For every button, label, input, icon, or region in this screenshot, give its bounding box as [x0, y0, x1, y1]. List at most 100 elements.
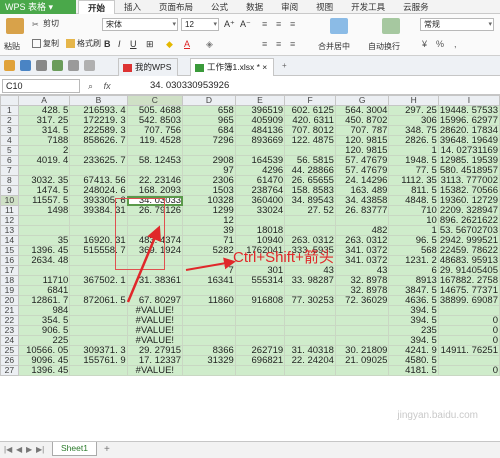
- cell-d6[interactable]: 2908: [182, 155, 236, 166]
- cell-i3[interactable]: 28620. 17834: [437, 125, 500, 136]
- cut-button[interactable]: ✂ 剪切: [32, 18, 59, 29]
- tab-insert[interactable]: 插入: [115, 0, 150, 14]
- cell-a8[interactable]: 3032. 35: [17, 175, 71, 186]
- cell-a6[interactable]: 4019. 4: [17, 155, 71, 166]
- cell-c25[interactable]: 29. 27915: [126, 345, 184, 356]
- cell-c4[interactable]: 119. 4528: [126, 135, 184, 146]
- cell-i21[interactable]: [437, 305, 500, 316]
- cell-g22[interactable]: [334, 315, 390, 326]
- cell-b23[interactable]: [69, 325, 128, 336]
- cell-d23[interactable]: [182, 325, 236, 336]
- cell-f8[interactable]: 26. 65655: [284, 175, 336, 186]
- close-icon[interactable]: ×: [262, 62, 267, 72]
- cell-a11[interactable]: 1498: [17, 205, 71, 216]
- cell-d25[interactable]: 8366: [182, 345, 236, 356]
- cell-h5[interactable]: 1: [388, 145, 439, 156]
- fill-color-icon[interactable]: ◆: [166, 38, 173, 50]
- cell-c5[interactable]: [126, 145, 184, 156]
- format-painter-button[interactable]: 格式刷: [66, 38, 101, 49]
- row-header[interactable]: 26: [0, 355, 19, 366]
- cell-c2[interactable]: 542. 8503: [126, 115, 184, 126]
- cell-e17[interactable]: 301: [234, 265, 286, 276]
- cell-h11[interactable]: 710: [388, 205, 439, 216]
- cell-g25[interactable]: 30. 21809: [334, 345, 390, 356]
- cell-c22[interactable]: #VALUE!: [126, 315, 184, 326]
- cell-c20[interactable]: 67. 80297: [126, 295, 184, 306]
- merge-center-button[interactable]: 合并居中: [318, 41, 350, 52]
- spreadsheet-grid[interactable]: ABCDEFGHI 1 428. 5 216593. 4 505. 4688 658 39…: [0, 95, 500, 441]
- cell-c7[interactable]: [126, 165, 184, 176]
- cell-f2[interactable]: 420. 6311: [284, 115, 336, 126]
- border-icon[interactable]: ⊞: [146, 38, 154, 50]
- cell-c1[interactable]: 505. 4688: [126, 105, 184, 116]
- column-header-c[interactable]: C: [126, 95, 184, 106]
- cell-c9[interactable]: 168. 2093: [126, 185, 184, 196]
- cell-a7[interactable]: [17, 165, 71, 176]
- row-header[interactable]: 14: [0, 235, 19, 246]
- cell-i22[interactable]: 0: [437, 315, 500, 326]
- cell-i2[interactable]: 15996. 62977: [437, 115, 500, 126]
- cell-f12[interactable]: [284, 215, 336, 226]
- cell-e23[interactable]: [234, 325, 286, 336]
- cell-b3[interactable]: 222589. 3: [69, 125, 128, 136]
- cell-b5[interactable]: [69, 145, 128, 156]
- row-header[interactable]: 25: [0, 345, 19, 356]
- cell-h24[interactable]: 394. 5: [388, 335, 439, 346]
- cell-e11[interactable]: 33024: [234, 205, 286, 216]
- tab-formulas[interactable]: 公式: [202, 0, 237, 14]
- cell-h6[interactable]: 1948. 5: [388, 155, 439, 166]
- row-header[interactable]: 1: [0, 105, 19, 116]
- cell-d24[interactable]: [182, 335, 236, 346]
- cell-i11[interactable]: 2209. 328947: [437, 205, 500, 216]
- print-icon[interactable]: [36, 60, 47, 71]
- cell-g3[interactable]: 707. 787: [334, 125, 390, 136]
- cell-a1[interactable]: 428. 5: [17, 105, 71, 116]
- row-header[interactable]: 11: [0, 205, 19, 216]
- cell-i24[interactable]: 0: [437, 335, 500, 346]
- cell-g20[interactable]: 72. 36029: [334, 295, 390, 306]
- cell-d8[interactable]: 2306: [182, 175, 236, 186]
- new-tab-icon[interactable]: +: [282, 60, 287, 71]
- cell-e20[interactable]: 916808: [234, 295, 286, 306]
- cell-g6[interactable]: 57. 47679: [334, 155, 390, 166]
- cell-g1[interactable]: 564. 3004: [334, 105, 390, 116]
- number-format-select[interactable]: 常规 ▾: [420, 18, 494, 31]
- cell-f1[interactable]: 602. 6125: [284, 105, 336, 116]
- wps-app-menu-button[interactable]: WPS 表格 ▾: [0, 0, 76, 14]
- cell-e25[interactable]: 262719: [234, 345, 286, 356]
- tab-view[interactable]: 视图: [307, 0, 342, 14]
- font-name-select[interactable]: 宋体 ▾: [102, 18, 178, 31]
- next-sheet-icon[interactable]: ▶: [26, 445, 32, 454]
- cell-h18[interactable]: 8913: [388, 275, 439, 286]
- cell-e18[interactable]: 555314: [234, 275, 286, 286]
- cell-a24[interactable]: 225: [17, 335, 71, 346]
- clear-format-icon[interactable]: ◈: [206, 38, 213, 50]
- cell-a16[interactable]: 2634. 48: [17, 255, 71, 266]
- cell-g4[interactable]: 120. 9815: [334, 135, 390, 146]
- row-header[interactable]: 22: [0, 315, 19, 326]
- cell-h19[interactable]: 3847. 5: [388, 285, 439, 296]
- tab-page-layout[interactable]: 页面布局: [150, 0, 202, 14]
- cell-f13[interactable]: [284, 225, 336, 236]
- cell-a21[interactable]: 984: [17, 305, 71, 316]
- cell-i9[interactable]: 15382. 70566: [437, 185, 500, 196]
- cell-i18[interactable]: 167882. 2758: [437, 275, 500, 286]
- row-header[interactable]: 6: [0, 155, 19, 166]
- cell-g19[interactable]: 32. 8978: [334, 285, 390, 296]
- cell-h3[interactable]: 348. 75: [388, 125, 439, 136]
- row-header[interactable]: 8: [0, 175, 19, 186]
- cell-f20[interactable]: 77. 30253: [284, 295, 336, 306]
- cell-g24[interactable]: [334, 335, 390, 346]
- cell-g5[interactable]: 120. 9815: [334, 145, 390, 156]
- column-header-b[interactable]: B: [69, 95, 128, 106]
- cell-b21[interactable]: [69, 305, 128, 316]
- cell-g26[interactable]: 21. 09025: [334, 355, 390, 366]
- column-header-i[interactable]: I: [437, 95, 500, 106]
- cell-g9[interactable]: 163. 489: [334, 185, 390, 196]
- cell-a3[interactable]: 314. 5: [17, 125, 71, 136]
- cell-i14[interactable]: 2942. 999521: [437, 235, 500, 246]
- cell-g16[interactable]: 341. 0372: [334, 255, 390, 266]
- cell-c24[interactable]: #VALUE!: [126, 335, 184, 346]
- cell-f3[interactable]: 707. 8012: [284, 125, 336, 136]
- bold-button[interactable]: B: [104, 38, 111, 50]
